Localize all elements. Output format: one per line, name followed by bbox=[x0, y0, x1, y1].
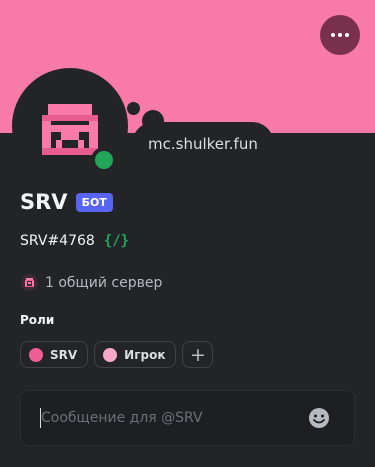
role-chip-player[interactable]: Игрок bbox=[94, 341, 177, 368]
slash-commands-icon[interactable]: {/} bbox=[104, 233, 129, 249]
server-icon bbox=[21, 274, 38, 291]
custom-status: mc.shulker.fun bbox=[132, 122, 274, 166]
mutual-servers-text: 1 общий сервер bbox=[45, 274, 163, 291]
roles-list: SRV Игрок + bbox=[20, 341, 214, 368]
user-tag: SRV#4768 bbox=[20, 233, 95, 249]
bot-badge: БОТ bbox=[75, 192, 113, 212]
custom-status-text: mc.shulker.fun bbox=[148, 135, 258, 153]
mutual-servers-link[interactable]: 1 общий сервер bbox=[21, 274, 162, 291]
smile-icon[interactable] bbox=[308, 407, 330, 429]
role-chip-srv[interactable]: SRV bbox=[20, 341, 89, 368]
role-label: Игрок bbox=[124, 347, 166, 362]
user-tag-row: SRV#4768 {/} bbox=[20, 233, 129, 249]
role-color-dot[interactable] bbox=[29, 347, 43, 362]
status-bubble-dot bbox=[127, 102, 140, 115]
roles-title: Роли bbox=[20, 313, 55, 327]
display-name: SRV bbox=[20, 190, 68, 214]
name-row: SRV БОТ bbox=[20, 190, 113, 214]
message-input[interactable] bbox=[41, 391, 301, 445]
add-role-button[interactable]: + bbox=[182, 341, 214, 368]
online-status-icon bbox=[95, 151, 113, 169]
more-options-button[interactable] bbox=[320, 15, 360, 55]
more-dots-icon bbox=[331, 33, 349, 37]
plus-icon: + bbox=[190, 343, 206, 366]
role-color-dot[interactable] bbox=[103, 347, 118, 362]
message-box bbox=[20, 390, 355, 446]
role-label: SRV bbox=[50, 347, 78, 362]
